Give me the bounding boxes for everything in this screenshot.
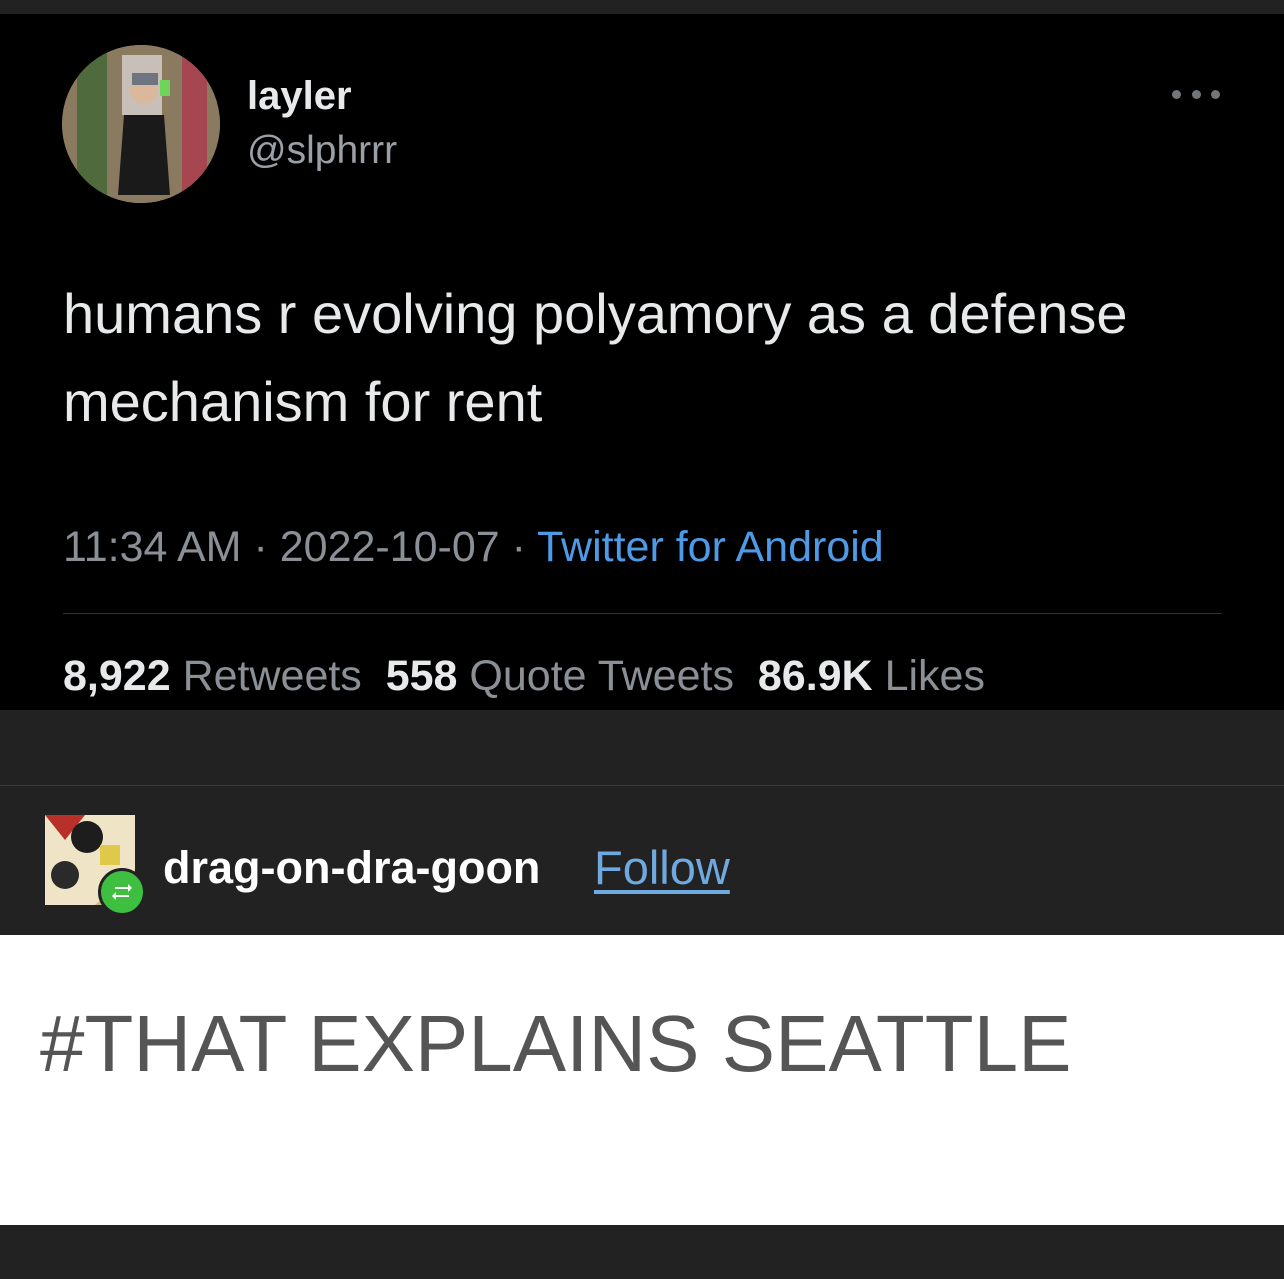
meta-separator: ·: [511, 523, 526, 571]
meta-separator: ·: [253, 523, 268, 571]
section-divider: [0, 785, 1284, 786]
tweet-source-link[interactable]: Twitter for Android: [537, 523, 884, 571]
reblog-icon: [98, 868, 146, 916]
retweets-stat[interactable]: 8,922 Retweets: [63, 652, 362, 700]
tweet-author-avatar[interactable]: [62, 45, 220, 203]
tweet-stats: 8,922 Retweets 558 Quote Tweets 86.9K Li…: [63, 648, 985, 704]
quotes-count: 558: [385, 652, 458, 700]
likes-count: 86.9K: [757, 652, 873, 700]
tweet-text: humans r evolving polyamory as a defense…: [63, 282, 1128, 433]
reblogger-blog-name[interactable]: drag-on-dra-goon: [163, 840, 540, 896]
retweets-label: Retweets: [182, 652, 362, 700]
likes-stat[interactable]: 86.9K Likes: [758, 652, 985, 700]
likes-label: Likes: [884, 652, 985, 700]
retweets-count: 8,922: [63, 652, 171, 700]
post-tag-text: #THAT EXPLAINS SEATTLE: [40, 999, 1072, 1088]
tweet-date[interactable]: 2022-10-07: [280, 523, 500, 571]
embedded-tweet: layler @slphrrr humans r evolving polyam…: [0, 14, 1284, 710]
tweet-metadata: 11:34 AM · 2022-10-07 · Twitter for Andr…: [63, 519, 884, 575]
more-options-icon[interactable]: [1172, 76, 1220, 112]
quote-tweets-stat[interactable]: 558 Quote Tweets: [386, 652, 734, 700]
quotes-label: Quote Tweets: [469, 652, 734, 700]
follow-button[interactable]: Follow: [594, 840, 730, 896]
tweet-time[interactable]: 11:34 AM: [63, 523, 242, 571]
tweet-display-name[interactable]: layler: [247, 72, 352, 120]
tweet-handle[interactable]: @slphrrr: [247, 128, 397, 174]
divider: [63, 613, 1222, 614]
